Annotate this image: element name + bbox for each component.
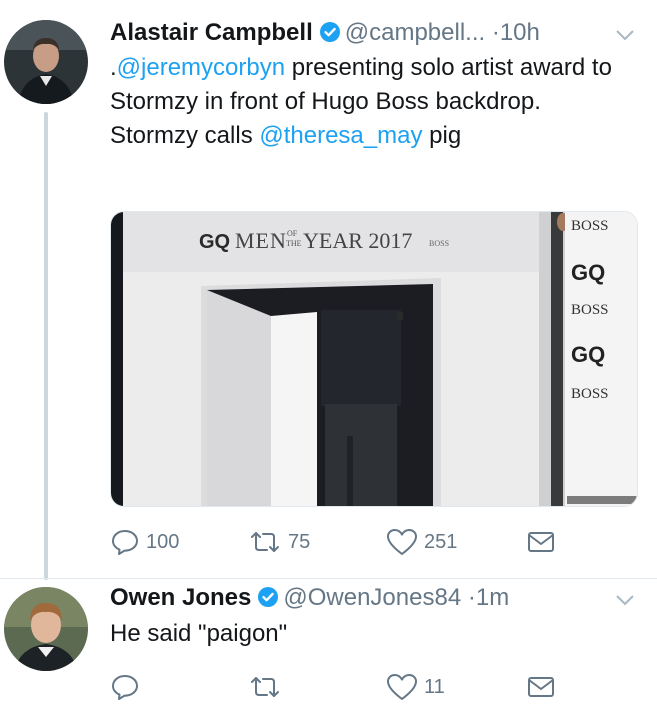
mention-jeremycorbyn[interactable]: @jeremycorbyn xyxy=(117,54,285,81)
sign-the: THE xyxy=(286,239,302,248)
panel-boss-2: BOSS xyxy=(571,302,609,318)
display-name[interactable]: Owen Jones xyxy=(110,584,251,611)
direct-message-icon xyxy=(528,677,554,697)
chevron-down-icon[interactable] xyxy=(615,28,635,42)
display-name[interactable]: Alastair Campbell xyxy=(110,19,313,46)
chevron-down-icon[interactable] xyxy=(615,593,635,607)
tweet-text: .@jeremycorbyn presenting solo artist aw… xyxy=(110,51,630,153)
avatar-alastair-campbell[interactable] xyxy=(4,20,88,104)
mention-theresa-may[interactable]: @theresa_may xyxy=(259,122,422,149)
text-segment: . xyxy=(110,54,117,81)
like-button[interactable]: 251 xyxy=(386,524,457,560)
direct-message-icon xyxy=(528,532,554,552)
text-segment: pig xyxy=(422,122,462,149)
tweet-actions: 100 75 251 xyxy=(110,524,580,560)
sign-men: MEN xyxy=(235,228,287,253)
sign-year: YEAR 2017 xyxy=(303,228,412,253)
tweet-header: Alastair Campbell @campbell... ·10h xyxy=(110,18,540,51)
reply-icon xyxy=(112,530,138,555)
retweet-icon xyxy=(251,677,279,697)
retweet-icon xyxy=(251,532,279,552)
sign-boss: BOSS xyxy=(429,239,449,248)
retweet-button[interactable] xyxy=(248,669,288,705)
like-icon xyxy=(387,674,417,700)
separator-dot: · xyxy=(467,584,476,611)
tweet-timestamp[interactable]: 1m xyxy=(476,584,509,611)
sign-of: OF xyxy=(287,229,298,238)
reply-icon xyxy=(112,675,138,700)
tweet-timestamp[interactable]: 10h xyxy=(500,19,540,46)
reply-button[interactable]: 100 xyxy=(110,524,179,560)
tweet-alastair-campbell[interactable]: Alastair Campbell @campbell... ·10h .@jer… xyxy=(0,0,657,580)
verified-badge-icon xyxy=(319,21,341,51)
verified-badge-icon xyxy=(257,586,279,616)
panel-boss-1: BOSS xyxy=(571,218,609,234)
text-segment: He said "paigon" xyxy=(110,620,288,647)
like-button[interactable]: 11 xyxy=(386,669,445,705)
panel-boss-3: BOSS xyxy=(571,386,609,402)
user-handle[interactable]: @OwenJones84 xyxy=(283,584,461,611)
sign-gq-logo: GQ xyxy=(199,231,230,253)
like-count: 251 xyxy=(424,530,458,553)
reply-count: 100 xyxy=(146,530,180,553)
user-handle[interactable]: @campbell... xyxy=(345,19,485,46)
panel-gq-1: GQ xyxy=(571,260,605,285)
like-icon xyxy=(387,529,417,555)
like-count: 11 xyxy=(424,675,445,698)
direct-message-button[interactable] xyxy=(526,524,556,560)
reply-button[interactable] xyxy=(110,669,146,705)
retweet-count: 75 xyxy=(288,530,311,553)
tweet-header: Owen Jones @OwenJones84 ·1m xyxy=(110,583,509,616)
photo-gq-awards-stage: GQ MEN OF THE YEAR 2017 BOSS BOSS GQ BOS… xyxy=(111,212,637,506)
direct-message-button[interactable] xyxy=(526,669,556,705)
retweet-button[interactable]: 75 xyxy=(248,524,310,560)
avatar-image xyxy=(4,20,88,104)
tweet-text: He said "paigon" xyxy=(110,617,630,651)
tweet-actions: 11 xyxy=(110,669,580,705)
tweet-owen-jones[interactable]: Owen Jones @OwenJones84 ·1m He said "paig… xyxy=(0,579,657,720)
tweet-media-photo[interactable]: GQ MEN OF THE YEAR 2017 BOSS BOSS GQ BOS… xyxy=(110,211,638,507)
panel-gq-2: GQ xyxy=(571,342,605,367)
separator-dot: · xyxy=(491,19,500,46)
avatar-image xyxy=(4,587,88,671)
avatar-owen-jones[interactable] xyxy=(4,587,88,671)
